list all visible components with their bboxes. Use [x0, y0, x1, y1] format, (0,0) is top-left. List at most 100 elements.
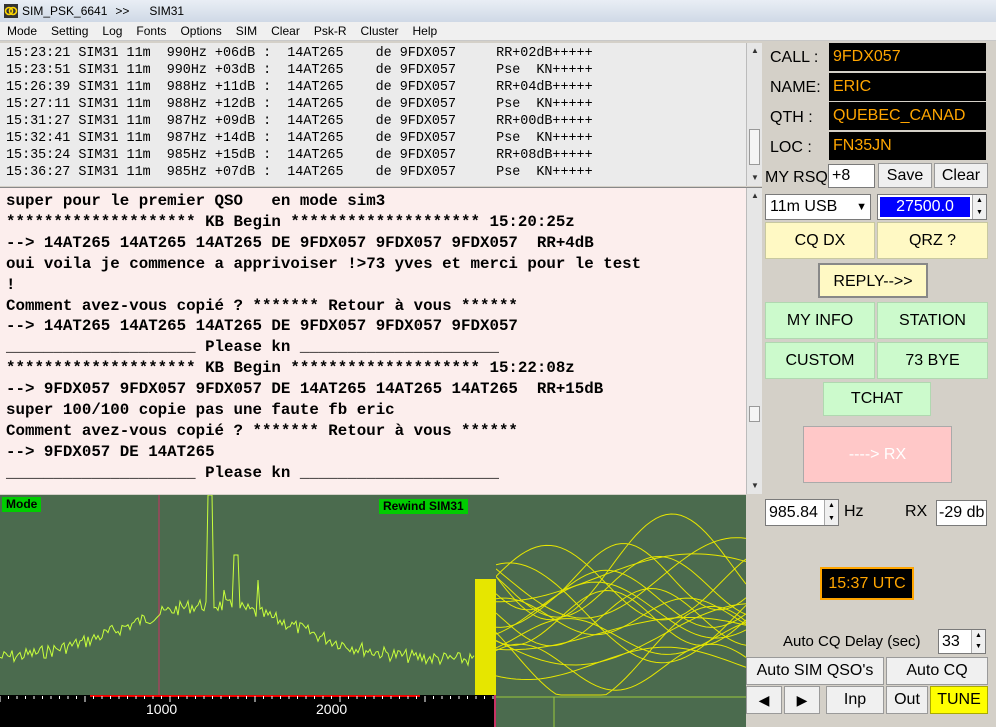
name-field[interactable]: ERIC: [829, 73, 986, 101]
scroll-down-icon[interactable]: ▼: [747, 478, 763, 494]
scope-canvas: [496, 513, 746, 727]
spin-down-icon[interactable]: ▼: [972, 207, 986, 219]
qrz-button[interactable]: QRZ ?: [877, 222, 988, 259]
scroll-thumb[interactable]: [749, 129, 760, 165]
loc-field[interactable]: FN35JN: [829, 132, 986, 160]
loc-label: LOC :: [770, 139, 812, 156]
chevron-down-icon[interactable]: ▼: [856, 195, 867, 219]
frequency-scale: [0, 695, 496, 727]
auto-cq-button[interactable]: Auto CQ: [886, 657, 988, 685]
call-field[interactable]: 9FDX057: [829, 43, 986, 71]
reply-button[interactable]: REPLY-->>: [818, 263, 928, 298]
chat-line: ____________________ Please kn _________…: [6, 338, 499, 357]
chat-line: !: [6, 275, 16, 294]
tchat-button[interactable]: TCHAT: [823, 382, 931, 416]
log-row[interactable]: 15:26:39 SIM31 11m 988Hz +11dB : 14AT265…: [6, 79, 761, 96]
log-scrollbar[interactable]: ▲ ▼: [746, 43, 762, 186]
menu-options[interactable]: Options: [173, 24, 228, 38]
menu-mode[interactable]: Mode: [0, 24, 44, 38]
receive-text-area[interactable]: super pour le premier QSO en mode sim3 *…: [0, 187, 762, 494]
menu-fonts[interactable]: Fonts: [129, 24, 173, 38]
scope-trace: [496, 603, 746, 666]
scale-label-2000: 2000: [316, 701, 347, 717]
spectrum-display[interactable]: 1000 2000 Mode Rewind SIM31: [0, 495, 496, 727]
menu-log[interactable]: Log: [95, 24, 129, 38]
prev-arrow-icon[interactable]: ◀: [746, 686, 782, 714]
spectrum-canvas[interactable]: 1000 2000: [0, 495, 496, 727]
window-title-sep: >>: [115, 4, 130, 18]
window-title-mode: SIM31: [149, 4, 185, 18]
scroll-down-icon[interactable]: ▼: [747, 170, 763, 186]
spin-down-icon[interactable]: ▼: [971, 641, 985, 653]
auto-cq-delay-input[interactable]: 33 ▲ ▼: [938, 629, 986, 654]
chat-line: ******************** KB Begin **********…: [6, 359, 575, 378]
inp-button[interactable]: Inp: [826, 686, 884, 714]
menu-clear[interactable]: Clear: [264, 24, 307, 38]
log-row[interactable]: 15:31:27 SIM31 11m 987Hz +09dB : 14AT265…: [6, 113, 761, 130]
chat-line: --> 9FDX057 DE 14AT265: [6, 442, 215, 461]
next-arrow-icon[interactable]: ▶: [784, 686, 820, 714]
scope-trace: [496, 597, 746, 636]
chat-line: Comment avez-vous copié ? ******* Retour…: [6, 296, 518, 315]
scroll-thumb[interactable]: [749, 406, 760, 422]
utc-clock: 15:37 UTC: [820, 567, 914, 600]
qth-field[interactable]: QUEBEC_CANAD: [829, 102, 986, 130]
menu-psk-r[interactable]: Psk-R: [307, 24, 354, 38]
chat-line: --> 14AT265 14AT265 14AT265 DE 9FDX057 9…: [6, 233, 594, 252]
spin-up-icon[interactable]: ▲: [972, 195, 986, 207]
scale-label-1000: 1000: [146, 701, 177, 717]
rx-db-field: -29 db: [936, 500, 987, 526]
log-row[interactable]: 15:32:41 SIM31 11m 987Hz +14dB : 14AT265…: [6, 130, 761, 147]
rsq-input[interactable]: +8: [828, 164, 875, 188]
clear-button[interactable]: Clear: [934, 163, 988, 188]
chat-scrollbar[interactable]: ▲ ▼: [746, 188, 762, 494]
log-row[interactable]: 15:35:24 SIM31 11m 985Hz +15dB : 14AT265…: [6, 147, 761, 164]
station-button[interactable]: STATION: [877, 302, 988, 339]
mode-tag[interactable]: Mode: [2, 497, 42, 512]
auto-sim-qso-button[interactable]: Auto SIM QSO's: [746, 657, 884, 685]
chat-line: super 100/100 copie pas une faute fb eri…: [6, 401, 395, 420]
scope-trace: [496, 513, 746, 621]
log-row[interactable]: 15:27:11 SIM31 11m 988Hz +12dB : 14AT265…: [6, 96, 761, 113]
frequency-value: 27500.0: [880, 197, 970, 217]
my-info-button[interactable]: MY INFO: [765, 302, 875, 339]
rx-button[interactable]: ----> RX: [803, 426, 952, 483]
spin-down-icon[interactable]: ▼: [824, 512, 838, 525]
log-row[interactable]: 15:36:27 SIM31 11m 985Hz +07dB : 14AT265…: [6, 164, 761, 181]
band-mode-select[interactable]: 11m USB ▼: [765, 194, 871, 220]
qso-log-list[interactable]: 15:23:21 SIM31 11m 990Hz +06dB : 14AT265…: [0, 43, 762, 186]
custom-button[interactable]: CUSTOM: [765, 342, 875, 379]
73-bye-button[interactable]: 73 BYE: [877, 342, 988, 379]
cq-dx-button[interactable]: CQ DX: [765, 222, 875, 259]
qth-label: QTH :: [770, 109, 813, 126]
station-panel: CALL : 9FDX057 NAME: ERIC QTH : QUEBEC_C…: [746, 43, 996, 727]
menu-cluster[interactable]: Cluster: [354, 24, 406, 38]
scope-trace: [496, 581, 746, 639]
chat-line: ******************** KB Begin **********…: [6, 212, 575, 231]
chat-line: Comment avez-vous copié ? ******* Retour…: [6, 421, 518, 440]
band-mode-value: 11m USB: [770, 198, 838, 215]
chat-line: super pour le premier QSO en mode sim3: [6, 192, 386, 210]
tune-button[interactable]: TUNE: [930, 686, 988, 714]
spectrum-trace: [0, 495, 475, 667]
rsq-label: MY RSQ: [765, 169, 828, 186]
phase-scope: [496, 495, 746, 727]
out-button[interactable]: Out: [886, 686, 928, 714]
menu-bar: Mode Setting Log Fonts Options SIM Clear…: [0, 22, 996, 41]
hz-input[interactable]: 985.84 ▲ ▼: [765, 499, 839, 526]
spin-up-icon[interactable]: ▲: [971, 630, 985, 641]
tuning-marker[interactable]: [475, 579, 496, 697]
rewind-tag[interactable]: Rewind SIM31: [379, 499, 468, 514]
frequency-input[interactable]: 27500.0 ▲ ▼: [877, 194, 987, 220]
menu-help[interactable]: Help: [406, 24, 445, 38]
menu-setting[interactable]: Setting: [44, 24, 95, 38]
title-bar: SIM_PSK_6641 >> SIM31: [0, 0, 996, 22]
spin-up-icon[interactable]: ▲: [824, 500, 838, 512]
scroll-up-icon[interactable]: ▲: [747, 43, 763, 59]
auto-cq-delay-label: Auto CQ Delay (sec): [783, 633, 921, 650]
log-row[interactable]: 15:23:21 SIM31 11m 990Hz +06dB : 14AT265…: [6, 45, 761, 62]
menu-sim[interactable]: SIM: [229, 24, 264, 38]
save-button[interactable]: Save: [878, 163, 932, 188]
log-row[interactable]: 15:23:51 SIM31 11m 990Hz +03dB : 14AT265…: [6, 62, 761, 79]
scroll-up-icon[interactable]: ▲: [747, 188, 763, 204]
